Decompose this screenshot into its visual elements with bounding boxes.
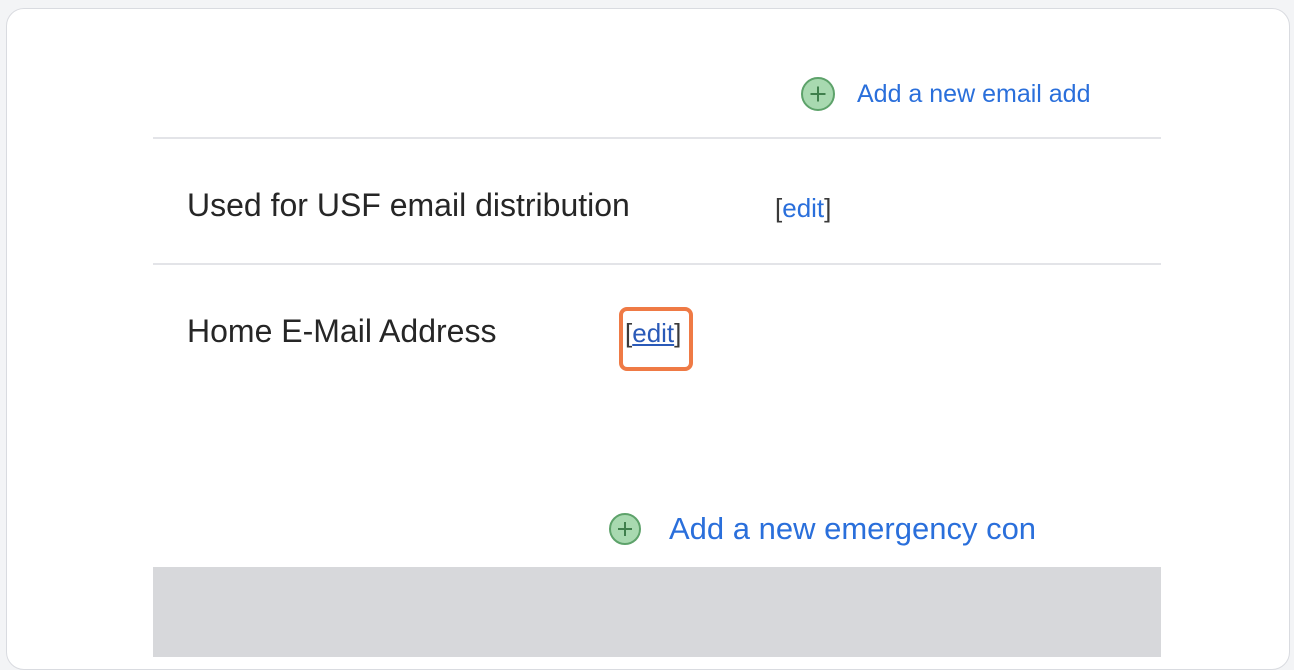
click-highlight-box — [619, 307, 693, 371]
edit-control: [edit] — [775, 193, 831, 224]
content-card: Add a new email add Used for USF email d… — [6, 8, 1290, 670]
divider — [153, 263, 1161, 265]
plus-circle-icon — [609, 513, 641, 545]
email-row-label: Used for USF email distribution — [187, 187, 630, 223]
plus-circle-icon — [801, 77, 835, 111]
add-email-address-link[interactable]: Add a new email add — [801, 77, 1090, 111]
edit-usf-email-link[interactable]: edit — [782, 193, 824, 223]
add-emergency-label: Add a new emergency con — [669, 511, 1037, 546]
add-email-label: Add a new email add — [857, 79, 1091, 108]
divider — [153, 137, 1161, 139]
bracket-close: ] — [824, 193, 832, 223]
add-emergency-contact-link[interactable]: Add a new emergency con — [609, 511, 1036, 547]
footer-gray-bar — [153, 567, 1161, 657]
email-row-label: Home E-Mail Address — [187, 313, 497, 349]
